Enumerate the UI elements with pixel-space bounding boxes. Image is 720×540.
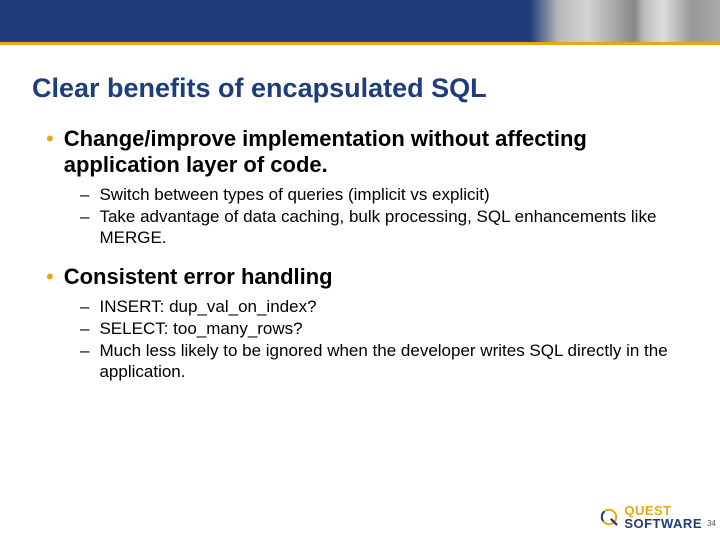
sub-point-text: Switch between types of queries (implici… [99,184,489,205]
sub-point-text: SELECT: too_many_rows? [99,318,302,339]
sub-point: – Take advantage of data caching, bulk p… [80,206,688,248]
bullet-dot-icon: • [46,126,54,152]
bullet-main: • Consistent error handling [46,264,688,290]
bullet-dot-icon: • [46,264,54,290]
footer-logo: QUEST SOFTWARE [600,504,702,530]
sub-points: – INSERT: dup_val_on_index? – SELECT: to… [80,296,688,382]
bullet-main: • Change/improve implementation without … [46,126,688,178]
bullet-text: Change/improve implementation without af… [64,126,688,178]
bullet-text: Consistent error handling [64,264,333,290]
sub-point: – Much less likely to be ignored when th… [80,340,688,382]
header-band [0,0,720,42]
logo-line-2: SOFTWARE [624,517,702,530]
sub-point-text: Much less likely to be ignored when the … [99,340,688,382]
dash-icon: – [80,184,89,205]
sub-point-text: Take advantage of data caching, bulk pro… [99,206,688,248]
slide-title: Clear benefits of encapsulated SQL [32,73,688,104]
sub-point: – Switch between types of queries (impli… [80,184,688,205]
sub-point-text: INSERT: dup_val_on_index? [99,296,316,317]
dash-icon: – [80,206,89,227]
dash-icon: – [80,318,89,339]
quest-logo-icon [600,508,618,526]
header-decorative-image [530,0,720,42]
sub-points: – Switch between types of queries (impli… [80,184,688,248]
sub-point: – INSERT: dup_val_on_index? [80,296,688,317]
dash-icon: – [80,340,89,361]
slide-content: Clear benefits of encapsulated SQL • Cha… [0,45,720,382]
page-number: 34 [707,519,716,528]
sub-point: – SELECT: too_many_rows? [80,318,688,339]
logo-text: QUEST SOFTWARE [624,504,702,530]
dash-icon: – [80,296,89,317]
